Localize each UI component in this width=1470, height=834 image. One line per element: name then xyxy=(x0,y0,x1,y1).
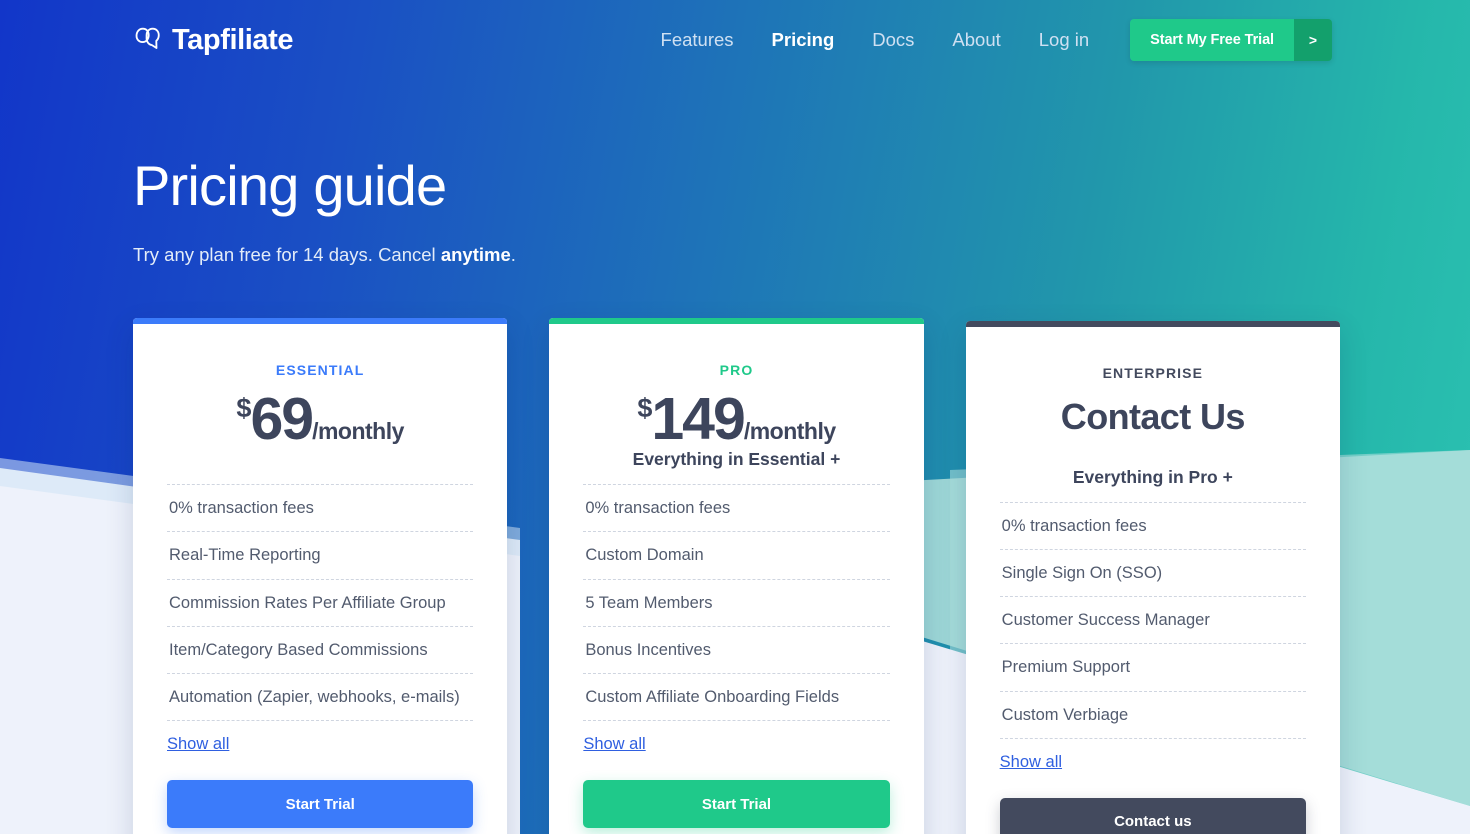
card-action-essential: Start Trial xyxy=(167,754,474,829)
feature-item: Custom Verbiage xyxy=(999,690,1306,739)
nav-item-features[interactable]: Features xyxy=(642,30,753,50)
plan-name-pro: PRO xyxy=(719,362,754,378)
chevron-right-icon-button[interactable]: > xyxy=(1294,19,1332,61)
feature-item: 0% transaction fees xyxy=(999,501,1306,549)
pricing-card-essential: ESSENTIAL $69/monthly 0% transaction fee… xyxy=(133,318,508,834)
plan-name-essential: ESSENTIAL xyxy=(275,362,365,378)
price-currency: $ xyxy=(637,393,652,423)
hero-subtitle: Try any plan free for 14 days. Cancel an… xyxy=(133,244,516,266)
feature-item: Automation (Zapier, webhooks, e-mails) xyxy=(167,673,474,722)
main-navigation: Features Pricing Docs About Log in Start… xyxy=(642,19,1332,61)
price-amount: 149 xyxy=(651,386,745,452)
feature-item: Custom Affiliate Onboarding Fields xyxy=(583,673,890,722)
plan-includes-enterprise: Everything in Pro + xyxy=(1072,466,1233,487)
header-cta-group: Start My Free Trial > xyxy=(1130,19,1332,61)
show-all-link-pro[interactable]: Show all xyxy=(583,735,645,754)
feature-item: 0% transaction fees xyxy=(167,484,474,531)
feature-item: Real-Time Reporting xyxy=(167,531,474,578)
show-all-link-essential[interactable]: Show all xyxy=(167,735,229,754)
price-amount: 69 xyxy=(250,386,314,452)
page-title: Pricing guide xyxy=(133,154,447,217)
hero-section: Pricing guide Try any plan free for 14 d… xyxy=(133,155,516,266)
feature-item: 5 Team Members xyxy=(583,578,890,626)
start-free-trial-button[interactable]: Start My Free Trial xyxy=(1130,19,1294,61)
brand-logo-link[interactable]: Tapfiliate xyxy=(133,23,294,56)
pricing-card-enterprise: ENTERPRISE Contact Us Everything in Pro … xyxy=(965,321,1340,834)
tapfiliate-logo-icon xyxy=(135,27,160,49)
hero-subtitle-prefix: Try any plan free for 14 days. Cancel xyxy=(133,243,441,265)
feature-item: Single Sign On (SSO) xyxy=(999,548,1306,596)
plan-price-pro: $149/monthly xyxy=(583,390,889,449)
price-currency: $ xyxy=(236,393,251,423)
pricing-cards: ESSENTIAL $69/monthly 0% transaction fee… xyxy=(133,318,1340,834)
start-trial-button-essential[interactable]: Start Trial xyxy=(167,780,474,829)
start-trial-button-pro[interactable]: Start Trial xyxy=(583,780,890,829)
brand-name: Tapfiliate xyxy=(172,23,294,56)
feature-item: Bonus Incentives xyxy=(583,625,890,673)
site-header: Tapfiliate Features Pricing Docs About L… xyxy=(0,0,1470,80)
hero-subtitle-suffix: . xyxy=(510,243,516,265)
nav-item-about[interactable]: About xyxy=(933,30,1019,50)
pricing-card-pro: PRO $149/monthly Everything in Essential… xyxy=(549,318,924,834)
feature-item: Commission Rates Per Affiliate Group xyxy=(167,578,474,626)
plan-name-enterprise: ENTERPRISE xyxy=(1102,365,1204,381)
contact-us-button[interactable]: Contact us xyxy=(999,797,1306,834)
show-all-link-enterprise[interactable]: Show all xyxy=(1000,753,1062,772)
plan-includes-pro: Everything in Essential + xyxy=(632,449,841,469)
nav-item-login[interactable]: Log in xyxy=(1020,30,1108,50)
nav-item-pricing[interactable]: Pricing xyxy=(753,30,854,50)
feature-item: 0% transaction fees xyxy=(583,484,890,531)
price-period: /monthly xyxy=(743,418,836,444)
feature-item: Custom Domain xyxy=(583,531,890,578)
feature-list-pro: 0% transaction fees Custom Domain 5 Team… xyxy=(583,484,890,722)
feature-item: Item/Category Based Commissions xyxy=(167,625,474,673)
feature-item: Premium Support xyxy=(999,643,1306,690)
feature-item: Customer Success Manager xyxy=(999,596,1306,643)
feature-list-enterprise: 0% transaction fees Single Sign On (SSO)… xyxy=(999,501,1306,739)
nav-item-docs[interactable]: Docs xyxy=(853,30,933,50)
price-period: /monthly xyxy=(312,418,404,444)
pricing-page: Tapfiliate Features Pricing Docs About L… xyxy=(0,0,1470,834)
card-action-pro: Start Trial xyxy=(583,754,890,829)
card-action-enterprise: Contact us xyxy=(999,772,1306,834)
feature-list-essential: 0% transaction fees Real-Time Reporting … xyxy=(167,484,474,722)
contact-us-headline: Contact Us xyxy=(1060,396,1246,437)
plan-price-essential: $69/monthly xyxy=(167,390,473,449)
hero-subtitle-strong: anytime xyxy=(440,243,511,265)
